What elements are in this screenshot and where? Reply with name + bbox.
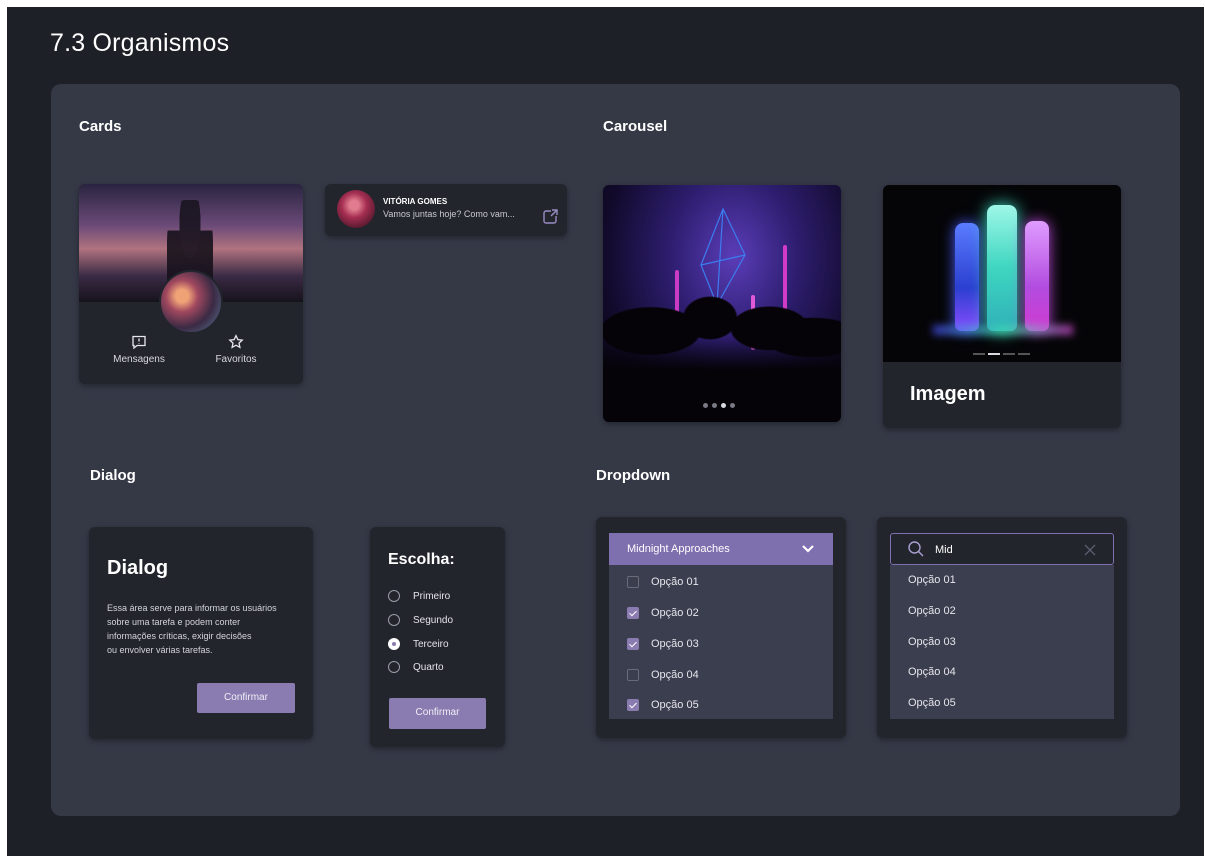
dialog-body: Essa área serve para informar os usuário…	[107, 601, 307, 657]
dropdown-option-label: Opção 05	[651, 699, 699, 711]
avatar[interactable]	[159, 270, 223, 334]
dropdown-option[interactable]: Opção 04	[627, 667, 699, 683]
carousel-dot-active[interactable]	[721, 403, 726, 408]
radio-option-terceiro[interactable]: Terceiro	[388, 636, 449, 652]
search-result-item[interactable]: Opção 02	[908, 605, 956, 617]
choice-confirm-button[interactable]: Confirmar	[389, 698, 486, 729]
dialog-body-line: ou envolver várias tarefas.	[107, 645, 213, 655]
chat-message: Vamos juntas hoje? Como vam...	[383, 209, 515, 219]
close-icon[interactable]	[1083, 543, 1097, 557]
section-title-dialog: Dialog	[90, 467, 136, 484]
carousel-concert[interactable]	[603, 185, 841, 422]
carousel-indicator[interactable]	[1018, 353, 1030, 355]
bottle-glow	[933, 325, 1073, 335]
messages-label: Mensagens	[113, 354, 165, 365]
bottles-image	[883, 185, 1121, 362]
dialog-confirm-button[interactable]: Confirmar	[197, 683, 295, 713]
dropdown-option[interactable]: Opção 05	[627, 697, 699, 713]
carousel-bottles[interactable]: Imagem	[883, 185, 1121, 428]
chat-card[interactable]: VITÓRIA GOMES Vamos juntas hoje? Como va…	[325, 184, 567, 236]
organisms-panel: Cards Carousel Dialog Dropdown Mensagens…	[51, 84, 1180, 816]
dropdown-option-label: Opção 01	[651, 576, 699, 588]
choice-dialog: Escolha: Primeiro Segundo Terceiro Quart…	[370, 527, 505, 747]
checkbox-checked-icon[interactable]	[627, 699, 639, 711]
search-results-list: Opção 01 Opção 02 Opção 03 Opção 04 Opçã…	[890, 565, 1114, 719]
choice-title: Escolha:	[388, 551, 455, 568]
dropdown-option[interactable]: Opção 01	[627, 574, 699, 590]
bottle-blue	[955, 223, 979, 331]
carousel-dot[interactable]	[712, 403, 717, 408]
dialog-body-line: informações críticas, exigir decisões	[107, 631, 252, 641]
profile-card: Mensagens Favoritos	[79, 184, 303, 384]
carousel-dot[interactable]	[703, 403, 708, 408]
radio-option-quarto[interactable]: Quarto	[388, 659, 444, 675]
search-result-item[interactable]: Opção 03	[908, 636, 956, 648]
dropdown-option[interactable]: Opção 02	[627, 605, 699, 621]
dialog-card: Dialog Essa área serve para informar os …	[89, 527, 313, 739]
dropdown-menu: Midnight Approaches Opção 01 Opção 02 Op…	[609, 533, 833, 719]
dropdown-card: Midnight Approaches Opção 01 Opção 02 Op…	[596, 517, 846, 738]
bottle-cyan	[987, 205, 1017, 331]
radio-label: Quarto	[413, 661, 444, 673]
search-dropdown-card: Opção 01 Opção 02 Opção 03 Opção 04 Opçã…	[877, 517, 1127, 738]
search-field[interactable]	[890, 533, 1114, 565]
chevron-down-icon	[802, 545, 814, 553]
radio-option-segundo[interactable]: Segundo	[388, 612, 453, 628]
carousel-indicators[interactable]	[973, 353, 1030, 355]
carousel-indicator[interactable]	[1003, 353, 1015, 355]
search-result-item[interactable]: Opção 05	[908, 697, 956, 709]
section-title-dropdown: Dropdown	[596, 467, 671, 484]
search-result-item[interactable]: Opção 04	[908, 666, 956, 678]
radio-label: Segundo	[413, 614, 454, 626]
section-title-carousel: Carousel	[603, 118, 668, 135]
radio-icon[interactable]	[388, 590, 400, 602]
dropdown-trigger[interactable]: Midnight Approaches	[609, 533, 833, 565]
carousel-dot[interactable]	[730, 403, 735, 408]
carousel-indicator[interactable]	[973, 353, 985, 355]
page-background: 7.3 Organismos Cards Carousel Dialog Dro…	[7, 7, 1204, 856]
dialog-title: Dialog	[107, 557, 169, 579]
favorites-button[interactable]: Favoritos	[201, 334, 271, 365]
dropdown-option[interactable]: Opção 03	[627, 636, 699, 652]
search-input[interactable]	[935, 542, 1065, 558]
share-icon[interactable]	[541, 208, 559, 226]
dialog-body-line: Essa área serve para informar os usuário…	[107, 603, 277, 613]
radio-icon[interactable]	[388, 661, 400, 673]
dropdown-option-label: Opção 04	[651, 669, 699, 681]
dropdown-selected-label: Midnight Approaches	[627, 543, 730, 555]
dialog-body-line: sobre uma tarefa e podem conter	[107, 617, 241, 627]
chat-name: VITÓRIA GOMES	[383, 197, 448, 206]
radio-label: Terceiro	[413, 638, 449, 650]
chat-avatar	[337, 190, 375, 228]
favorites-label: Favoritos	[215, 354, 257, 365]
dropdown-option-label: Opção 03	[651, 638, 699, 650]
radio-icon[interactable]	[388, 614, 400, 626]
messages-button[interactable]: Mensagens	[104, 334, 174, 365]
carousel-dots[interactable]	[703, 403, 735, 408]
bottle-purple	[1025, 221, 1049, 331]
radio-option-primeiro[interactable]: Primeiro	[388, 588, 450, 604]
checkbox-checked-icon[interactable]	[627, 607, 639, 619]
radio-label: Primeiro	[413, 590, 451, 602]
section-title-cards: Cards	[79, 118, 122, 135]
message-alert-icon	[132, 335, 146, 350]
checkbox-icon[interactable]	[627, 669, 639, 681]
radio-selected-icon[interactable]	[388, 638, 400, 650]
dropdown-option-label: Opção 02	[651, 607, 699, 619]
search-result-item[interactable]: Opção 01	[908, 574, 956, 586]
checkbox-icon[interactable]	[627, 576, 639, 588]
star-icon	[228, 334, 244, 349]
search-icon	[908, 541, 924, 557]
carousel-image-label: Imagem	[910, 383, 986, 405]
checkbox-checked-icon[interactable]	[627, 638, 639, 650]
carousel-indicator-active[interactable]	[988, 353, 1000, 355]
page-title: 7.3 Organismos	[50, 29, 230, 57]
